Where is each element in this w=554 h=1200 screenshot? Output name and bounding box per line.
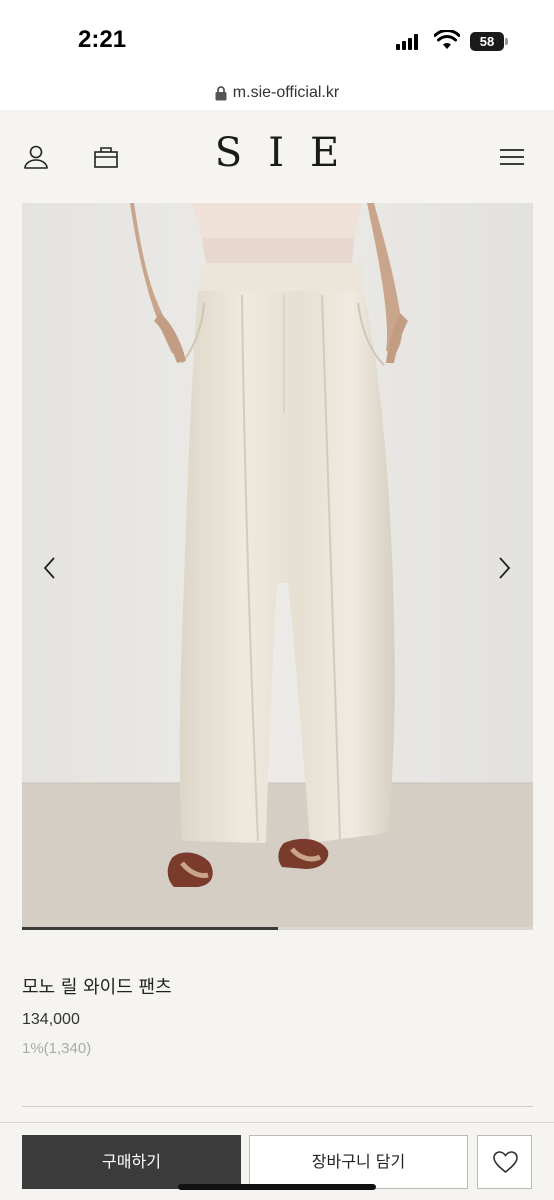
site-logo[interactable]: SIE: [0, 130, 554, 176]
carousel-next-arrow[interactable]: [496, 555, 512, 581]
product-points: 1%(1,340): [22, 1040, 92, 1057]
url-text: m.sie-official.kr: [232, 84, 340, 101]
buy-button[interactable]: 구매하기: [22, 1135, 241, 1189]
wifi-icon: [434, 30, 460, 49]
product-photo: [22, 203, 533, 930]
divider: [22, 1106, 533, 1107]
cellular-signal-icon: [396, 34, 422, 50]
status-bar: 2:21 58: [0, 0, 554, 80]
address-bar[interactable]: m.sie-official.kr: [0, 80, 554, 110]
lock-icon: [215, 85, 227, 100]
carousel-prev-arrow[interactable]: [42, 555, 58, 581]
battery-level: 58: [479, 34, 495, 49]
battery-icon: 58: [470, 32, 508, 51]
product-price: 134,000: [22, 1011, 80, 1028]
heart-icon: [493, 1151, 518, 1174]
add-to-cart-button[interactable]: 장바구니 담기: [249, 1135, 468, 1189]
product-name: 모노 릴 와이드 팬츠: [22, 977, 172, 998]
home-indicator: [178, 1184, 376, 1190]
product-image[interactable]: [22, 203, 533, 930]
status-time: 2:21: [78, 26, 127, 53]
image-progress-fill: [22, 927, 278, 930]
menu-icon[interactable]: [498, 143, 526, 171]
site-header: SIE: [0, 110, 554, 202]
wishlist-button[interactable]: [477, 1135, 532, 1189]
image-progress-track: [22, 927, 533, 930]
